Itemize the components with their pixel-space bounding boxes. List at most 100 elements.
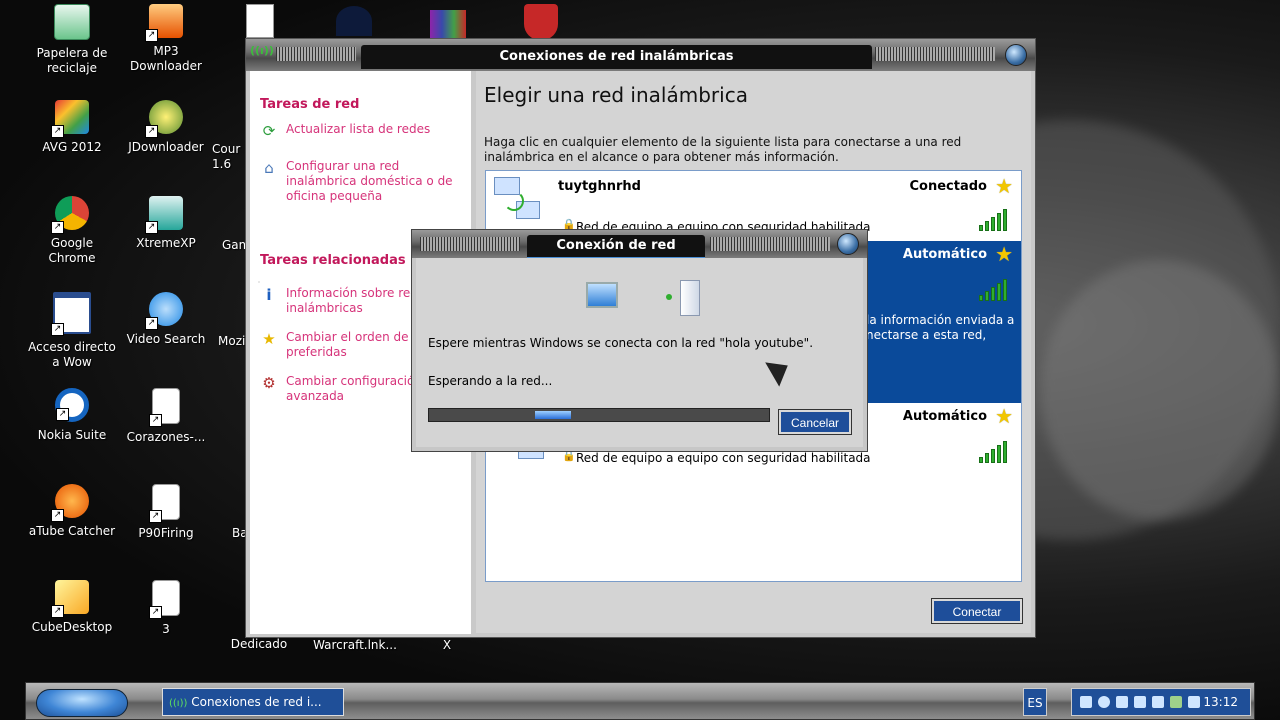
wireless-setup-icon: ⌂ [264, 159, 274, 177]
taskbar-window-button[interactable]: ((ı)) Conexiones de red i... [162, 688, 344, 716]
connect-button[interactable]: Conectar [931, 598, 1023, 624]
nokia-icon: ↗ [55, 388, 89, 422]
avg-icon: ↗ [51, 100, 89, 138]
network-status: Automático [902, 409, 987, 424]
tray-icon[interactable] [1170, 696, 1182, 708]
app-icon [336, 6, 372, 36]
preferred-star-icon: ★ [995, 242, 1013, 266]
network-name: tuytghnrhd [558, 179, 641, 194]
signal-strength-icon [979, 209, 1013, 231]
desktop-icon-label: CubeDesktop [31, 620, 113, 634]
tray-icon[interactable] [1188, 696, 1200, 708]
desktop-icon-atube[interactable]: ↗ aTube Catcher [27, 484, 117, 539]
desktop-icon-partial-mozi[interactable]: Mozi [218, 334, 248, 349]
titlebar-grip [276, 47, 356, 61]
desktop-icon-mp3-downloader[interactable]: ↗ MP3 Downloader [121, 4, 211, 74]
video-search-icon: ↗ [145, 292, 183, 330]
start-button[interactable] [36, 689, 128, 717]
connecting-dialog: Conexión de red inalámbrica Espere mient… [411, 229, 868, 452]
shortcut-window-icon: ↗ [51, 292, 91, 336]
desktop-icon-wow-shortcut[interactable]: ↗ Acceso directo a Wow [27, 292, 117, 370]
preferred-star-icon: ★ [995, 174, 1013, 198]
desktop-icon-label: aTube Catcher [28, 524, 116, 538]
desktop-icon-label: Google Chrome [48, 236, 96, 265]
desktop-top-icons [246, 4, 576, 40]
connection-progress-bar [428, 408, 770, 422]
desktop-icon-label: 3 [162, 622, 170, 636]
tray-icon[interactable] [1098, 696, 1110, 708]
task-label: Actualizar lista de redes [286, 122, 431, 136]
document-icon [246, 4, 274, 38]
desktop-icon-3[interactable]: ↗ 3 [121, 580, 211, 637]
task-label: Configurar una red inalámbrica doméstica… [286, 159, 453, 203]
tray-icon[interactable] [1152, 696, 1164, 708]
desktop-icon-corazones[interactable]: ↗ Corazones-... [121, 388, 211, 445]
mp3-box-icon: ↗ [145, 4, 183, 42]
close-icon[interactable] [837, 233, 859, 255]
task-setup-wireless-network[interactable]: ⌂ Configurar una red inalámbrica domésti… [260, 159, 460, 204]
desktop-icon-label: Papelera de reciclaje [36, 46, 108, 75]
desktop-icon-label: MP3 Downloader [130, 44, 202, 73]
desktop-icon-label: Nokia Suite [37, 428, 107, 442]
mcafee-icon [524, 4, 558, 40]
network-security: Red de equipo a equipo con seguridad hab… [576, 451, 871, 465]
task-label: Cambiar configuración avanzada [286, 374, 422, 403]
language-indicator[interactable]: ES [1023, 688, 1047, 716]
atube-icon: ↗ [51, 484, 89, 522]
wireless-icon: ((ı)) [169, 698, 188, 709]
window-titlebar[interactable]: ((ı)) Conexiones de red inalámbricas [246, 39, 1035, 71]
network-status: Automático [902, 247, 987, 262]
tray-icon[interactable] [1116, 696, 1128, 708]
chrome-icon: ↗ [51, 196, 89, 234]
desktop-icon-p90firing[interactable]: ↗ P90Firing [121, 484, 211, 541]
signal-strength-icon [979, 279, 1013, 301]
document-icon: ↗ [149, 388, 180, 427]
connecting-dot-icon [666, 294, 672, 300]
desktop-icon-cubedesktop[interactable]: ↗ CubeDesktop [27, 580, 117, 635]
instructions-text: Haga clic en cualquier elemento de la si… [484, 135, 962, 164]
preferred-star-icon: ★ [995, 404, 1013, 428]
desktop-icon-label: Acceso directo a Wow [28, 340, 116, 369]
desktop-icon-label: JDownloader [128, 140, 204, 154]
network-tray-icon[interactable] [1080, 696, 1092, 708]
desktop-icon-nokia[interactable]: ↗ Nokia Suite [27, 388, 117, 443]
desktop-icon-xtremexp[interactable]: ↗ XtremeXP [121, 196, 211, 251]
desktop-icon-label: AVG 2012 [42, 140, 102, 154]
dialog-message: Espere mientras Windows se conecta con l… [428, 336, 814, 350]
star-icon: ★ [262, 330, 276, 348]
desktop-icon-recycle-bin[interactable]: Papelera de reciclaje [27, 4, 117, 76]
page-title: Elegir una red inalámbrica [484, 83, 748, 107]
refresh-icon: ⟳ [262, 122, 276, 140]
signal-strength-icon [979, 441, 1013, 463]
desktop-icon-label: P90Firing [138, 526, 194, 540]
desktop-icon-video-search[interactable]: ↗ Video Search [121, 292, 211, 347]
clock[interactable]: 13:12 [1203, 695, 1238, 709]
desktop-icon-label: Video Search [126, 332, 206, 346]
network-tasks-title: Tareas de red [260, 97, 360, 112]
document-icon: ↗ [149, 484, 180, 523]
desktop-icon-chrome[interactable]: ↗ Google Chrome [27, 196, 117, 266]
desktop-icon-label: Corazones-... [126, 430, 206, 444]
desktop-icon-x[interactable]: X [402, 638, 492, 653]
cube-icon: ↗ [51, 580, 89, 618]
desktop-icon-avg[interactable]: ↗ AVG 2012 [27, 100, 117, 155]
task-label: Información sobre redes inalámbricas [286, 286, 432, 315]
titlebar-grip [420, 237, 520, 251]
task-refresh-network-list[interactable]: ⟳ Actualizar lista de redes [260, 122, 460, 140]
wallpaper-shape [1040, 260, 1280, 520]
cancel-button[interactable]: Cancelar [778, 409, 852, 435]
dialog-titlebar[interactable]: Conexión de red inalámbrica [412, 230, 867, 275]
titlebar-grip [710, 237, 830, 251]
computer-icon [586, 282, 618, 308]
wireless-network-icon [494, 177, 544, 221]
close-icon[interactable] [1005, 44, 1027, 66]
volume-icon[interactable] [1134, 696, 1146, 708]
winrar-icon [430, 10, 466, 38]
jdownloader-icon: ↗ [145, 100, 183, 138]
network-tasks-section: Tareas de red ⟳ Actualizar lista de rede… [260, 97, 460, 218]
dialog-status: Esperando a la red... [428, 374, 553, 388]
desktop-icon-warcraft[interactable]: Warcraft.lnk... [305, 638, 405, 653]
taskbar: ((ı)) Conexiones de red i... ES 13:12 [25, 682, 1255, 720]
desktop-icon-jdownloader[interactable]: ↗ JDownloader [121, 100, 211, 155]
window-title: Conexiones de red inalámbricas [361, 45, 872, 69]
